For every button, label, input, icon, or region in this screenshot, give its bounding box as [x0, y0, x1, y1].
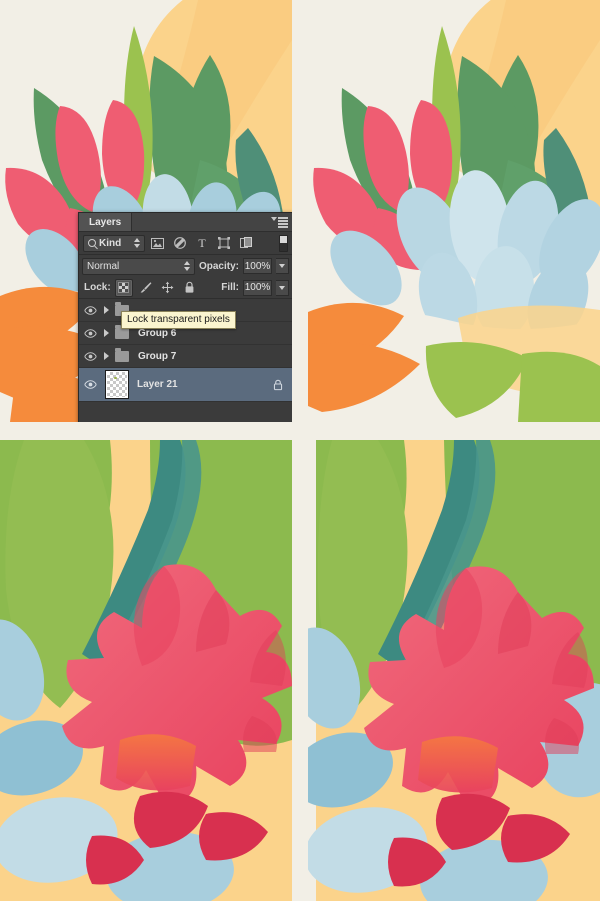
eye-icon: [83, 328, 97, 338]
panel-menu-icon[interactable]: [271, 216, 288, 229]
opacity-value-field[interactable]: 100%: [243, 258, 272, 274]
artwork-bottom-left: [0, 440, 292, 901]
tab-layers-label: Layers: [89, 216, 122, 228]
layer-locked-badge: [273, 379, 283, 391]
table-row[interactable]: Group 7: [79, 345, 292, 368]
blend-mode-select[interactable]: Normal: [82, 257, 195, 275]
chevron-down-icon: [271, 217, 277, 221]
filter-type-layers-icon[interactable]: T: [192, 234, 211, 252]
hamburger-icon: [278, 217, 288, 228]
padlock-icon: [273, 379, 283, 390]
padlock-icon: [185, 281, 194, 293]
layers-panel[interactable]: Layers Kind T Normal Opacity: 100% Lock:…: [78, 212, 292, 422]
screenshot-bottom-right: [308, 440, 600, 901]
artwork-bottom-right: [308, 440, 600, 901]
layer-name: Layer 21: [137, 379, 178, 390]
artwork-svg: [308, 440, 600, 901]
filter-smart-object-icon[interactable]: [236, 234, 255, 252]
filter-adjustment-layers-icon[interactable]: [170, 234, 189, 252]
layer-visibility-toggle[interactable]: [79, 328, 101, 338]
filter-kind-select[interactable]: Kind: [83, 234, 145, 252]
disclosure-right-icon[interactable]: [101, 306, 111, 314]
lock-transparent-pixels-button[interactable]: [114, 278, 133, 297]
screenshot-grid: Layers Kind T Normal Opacity: 100% Lock:…: [0, 0, 600, 901]
fill-dropdown-arrow[interactable]: [276, 279, 289, 296]
artwork-top-right: [308, 0, 600, 422]
svg-text:T: T: [198, 237, 206, 249]
layer-visibility-toggle[interactable]: [79, 305, 101, 315]
eye-icon: [83, 380, 97, 389]
blend-mode-value: Normal: [87, 260, 120, 272]
layer-visibility-toggle[interactable]: [79, 351, 101, 361]
eye-icon: [83, 351, 97, 361]
artwork-svg: [0, 440, 292, 901]
screenshot-top-left: Layers Kind T Normal Opacity: 100% Lock:…: [0, 0, 292, 422]
lock-row: Lock: Fill: 100%: [79, 277, 292, 299]
screenshot-top-right: [308, 0, 600, 422]
filter-pixel-layers-icon[interactable]: [148, 234, 167, 252]
folder-icon: [115, 348, 129, 362]
filter-shape-layers-icon[interactable]: [214, 234, 233, 252]
fill-value-field[interactable]: 100%: [243, 279, 272, 296]
layer-thumbnail[interactable]: [105, 370, 129, 399]
disclosure-right-icon[interactable]: [101, 352, 111, 360]
screenshot-bottom-left: [0, 440, 292, 901]
lock-image-pixels-button[interactable]: [137, 279, 155, 297]
fill-label: Fill:: [221, 282, 239, 293]
folder-icon: [115, 325, 129, 339]
blend-mode-row: Normal Opacity: 100%: [79, 255, 292, 277]
opacity-label: Opacity:: [198, 260, 239, 272]
stepper-arrows-icon: [134, 238, 140, 248]
lock-label: Lock:: [84, 282, 111, 293]
layer-name: Group 7: [138, 350, 177, 362]
tooltip-text: Lock transparent pixels: [127, 314, 230, 325]
opacity-dropdown-arrow[interactable]: [276, 258, 289, 274]
toggle-layer-filtering-switch[interactable]: [279, 234, 288, 252]
brush-icon: [140, 282, 152, 293]
eye-icon: [83, 305, 97, 315]
stepper-arrows-icon: [183, 261, 190, 271]
search-icon: [88, 239, 96, 247]
tooltip: Lock transparent pixels: [121, 311, 236, 329]
layer-visibility-toggle[interactable]: [79, 380, 101, 389]
filter-kind-label: Kind: [99, 237, 122, 249]
artwork-svg: [308, 0, 600, 422]
lock-all-button[interactable]: [181, 279, 199, 297]
checkerboard-icon: [118, 282, 130, 293]
layer-name: Group 6: [138, 327, 177, 339]
move-arrows-icon: [161, 281, 174, 294]
tab-layers[interactable]: Layers: [79, 213, 133, 231]
lock-position-button[interactable]: [159, 279, 177, 297]
panel-tab-bar: Layers: [79, 213, 292, 232]
layer-filter-row: Kind T: [79, 232, 292, 255]
table-row[interactable]: Layer 21: [79, 368, 292, 402]
disclosure-right-icon[interactable]: [101, 329, 111, 337]
